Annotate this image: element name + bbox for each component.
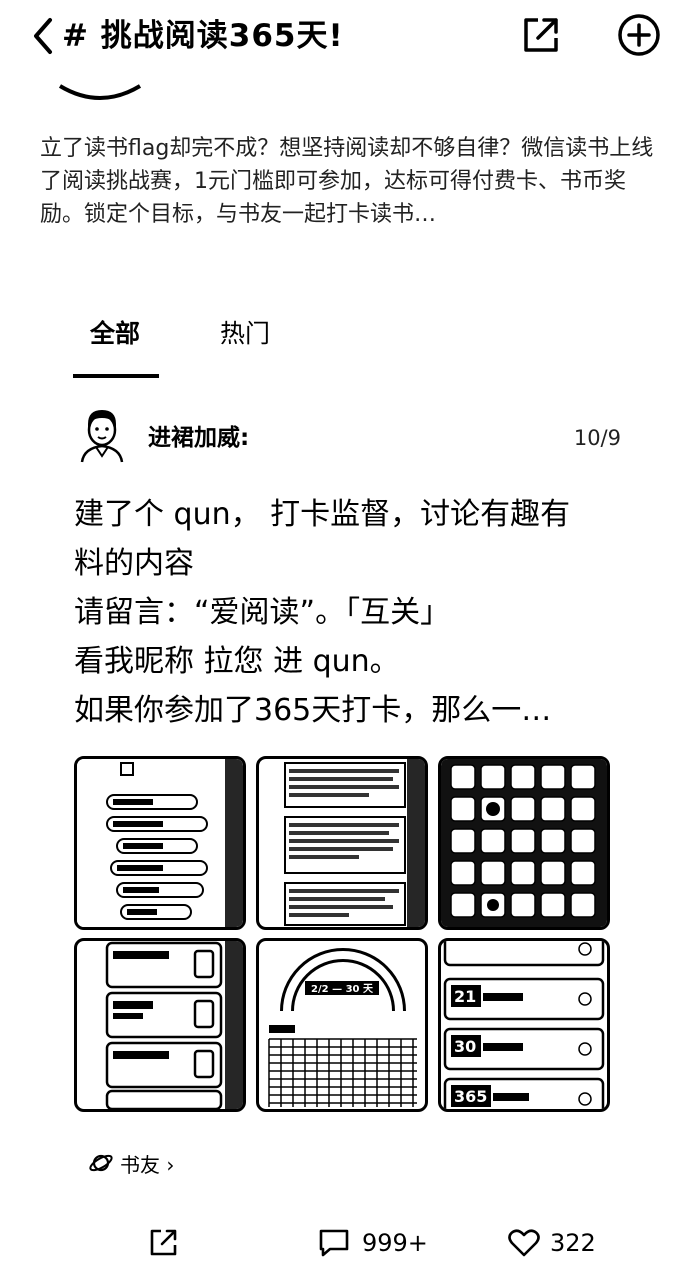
circle-tag-label: 书友 › [120, 1152, 175, 1177]
post-image-1[interactable] [74, 756, 246, 930]
post-image-3[interactable] [438, 756, 610, 930]
post-body-line: 料的内容 [74, 546, 194, 581]
milestone-label: 21 [454, 987, 476, 1006]
milestone-label: 30 [454, 1037, 476, 1056]
chevron-left-icon[interactable] [28, 14, 58, 58]
active-tab-indicator [73, 374, 159, 378]
comment-count: 999+ [362, 1229, 428, 1257]
post-image-4[interactable] [74, 938, 246, 1112]
planet-icon [89, 1154, 113, 1172]
heart-icon[interactable] [508, 1228, 540, 1258]
feed-tabs: 全部 热门 [0, 310, 695, 380]
share-icon[interactable] [520, 14, 562, 56]
comment-icon[interactable] [318, 1228, 350, 1258]
circle-tag[interactable]: 书友 › [88, 1146, 174, 1180]
post-body-line: 看我昵称 拉您 进 qun。 [74, 644, 400, 679]
post-body-line: 如果你参加了365天打卡，那么一… [74, 693, 552, 728]
post-image-grid: 2/2 — 30 天 21 30 365 [74, 756, 610, 1112]
post-body[interactable]: 建了个 qun， 打卡监督，讨论有趣有 料的内容 请留言：“爱阅读”。「互关」 … [74, 490, 634, 735]
avatar[interactable] [78, 406, 126, 464]
post-body-line: 请留言：“爱阅读”。「互关」 [74, 595, 451, 630]
post-image-6[interactable]: 21 30 365 [438, 938, 610, 1112]
share-icon[interactable] [148, 1226, 180, 1258]
top-bar: # 挑战阅读365天! [0, 0, 695, 80]
post-body-line: 建了个 qun， 打卡监督，讨论有趣有 [74, 497, 571, 532]
post-author[interactable]: 进裙加威: [148, 420, 249, 456]
like-count: 322 [550, 1229, 596, 1257]
topic-cover-image [58, 84, 142, 100]
post-actions: 999+ 322 [0, 1222, 695, 1266]
topic-description: 立了读书flag却完不成？想坚持阅读却不够自律？微信读书上线了阅读挑战赛，1元门… [40, 136, 654, 227]
post-image-5[interactable]: 2/2 — 30 天 [256, 938, 428, 1112]
add-circle-icon[interactable] [616, 12, 662, 58]
progress-label: 2/2 — 30 天 [311, 983, 374, 995]
tab-all[interactable]: 全部 [90, 316, 140, 352]
tab-hot[interactable]: 热门 [220, 316, 270, 352]
milestone-label: 365 [454, 1087, 487, 1106]
post-image-2[interactable] [256, 756, 428, 930]
page-title: # 挑战阅读365天! [62, 18, 344, 54]
post-date: 10/9 [573, 426, 621, 450]
